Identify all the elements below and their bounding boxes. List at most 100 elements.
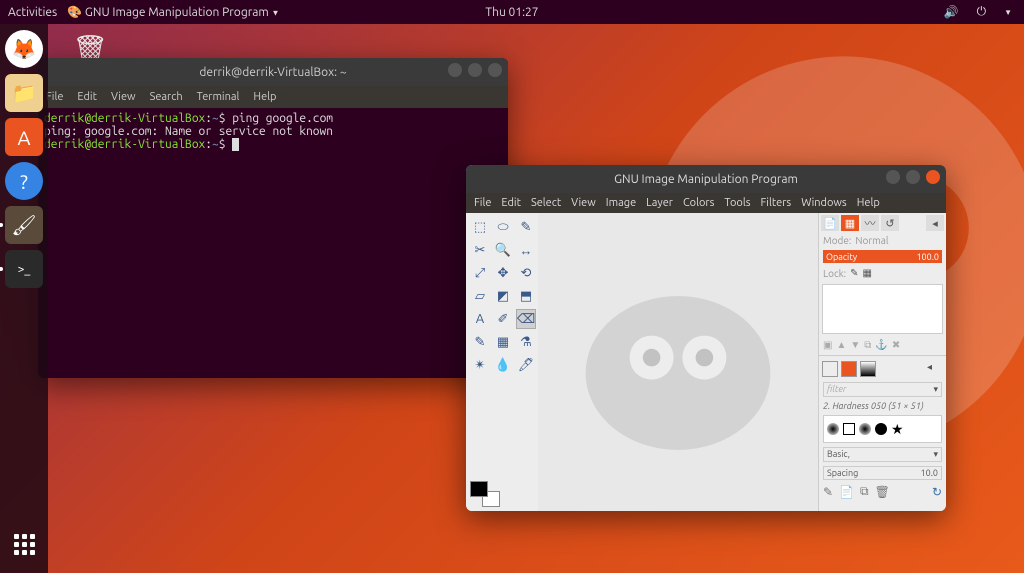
refresh-brush-icon[interactable]: ↻ [932,485,942,499]
gimp-menu-filters[interactable]: Filters [761,197,792,209]
gimp-menu-tools[interactable]: Tools [724,197,750,209]
tool-12[interactable]: A [470,309,490,329]
tool-9[interactable]: ▱ [470,286,490,306]
app-menu[interactable]: 🎨 GNU Image Manipulation Program ▼ [67,5,279,19]
dock-help[interactable]: ? [5,162,43,200]
dock-files[interactable]: 📁 [5,74,43,112]
tool-15[interactable]: ✎ [470,332,490,352]
dock-terminal[interactable]: >_ [5,250,43,288]
tool-1[interactable]: ⬭ [493,217,513,237]
tool-8[interactable]: ⟲ [516,263,536,283]
wilber-logo [538,213,818,511]
duplicate-layer-icon[interactable]: ⧉ [864,339,871,351]
terminal-title: derrik@derrik-VirtualBox: ~ [199,66,346,79]
tool-11[interactable]: ⬒ [516,286,536,306]
gimp-menu-help[interactable]: Help [857,197,880,209]
tool-3[interactable]: ✂ [470,240,490,260]
tool-4[interactable]: 🔍 [493,240,513,260]
fg-color-swatch[interactable] [470,481,488,497]
paths-tab[interactable]: 〰 [861,215,879,231]
tool-13[interactable]: ✐ [493,309,513,329]
dock-software[interactable]: A [5,118,43,156]
dock-gimp[interactable]: 🖌 [5,206,43,244]
tool-20[interactable]: 🖊 [516,355,536,375]
close-button[interactable] [926,170,940,184]
minimize-button[interactable] [886,170,900,184]
maximize-button[interactable] [906,170,920,184]
tool-2[interactable]: ✎ [516,217,536,237]
mode-label: Mode: [823,235,851,246]
channels-tab[interactable]: ▦ [841,215,859,231]
configure-tab-icon[interactable]: ◂ [926,215,944,231]
terminal-menubar: File Edit View Search Terminal Help [38,86,508,108]
tool-14[interactable]: ⌫ [516,309,536,329]
layers-list[interactable] [822,284,943,334]
delete-layer-icon[interactable]: ✖ [892,339,900,351]
gimp-menu-edit[interactable]: Edit [501,197,521,209]
brush-preview-grid[interactable] [823,415,942,443]
terminal-menu-edit[interactable]: Edit [77,91,97,103]
minimize-button[interactable] [448,63,462,77]
terminal-titlebar[interactable]: derrik@derrik-VirtualBox: ~ [38,58,508,86]
brush-filter-input[interactable]: filter▾ [823,382,942,397]
terminal-menu-view[interactable]: View [111,91,136,103]
terminal-menu-search[interactable]: Search [150,91,183,103]
new-layer-icon[interactable]: ▣ [823,339,832,351]
gimp-menu-windows[interactable]: Windows [801,197,847,209]
gimp-dock-right: 📄 ▦ 〰 ↺ ◂ Mode: Normal Opacity 100.0 Loc… [818,213,946,511]
terminal-window: derrik@derrik-VirtualBox: ~ File Edit Vi… [38,58,508,378]
tool-7[interactable]: ✥ [493,263,513,283]
terminal-body[interactable]: derrik@derrik-VirtualBox:~$ ping google.… [38,108,508,378]
patterns-tab[interactable] [841,361,857,377]
duplicate-brush-icon[interactable]: ⧉ [860,485,869,499]
tool-0[interactable]: ⬚ [470,217,490,237]
gimp-menu-select[interactable]: Select [531,197,561,209]
gimp-menu-file[interactable]: File [474,197,491,209]
dock-firefox[interactable]: 🦊 [5,30,43,68]
raise-layer-icon[interactable]: ▲ [836,339,846,351]
gimp-titlebar[interactable]: GNU Image Manipulation Program [466,165,946,193]
terminal-menu-terminal[interactable]: Terminal [197,91,240,103]
gimp-menu-layer[interactable]: Layer [646,197,673,209]
gradients-tab[interactable] [860,361,876,377]
dock: 🦊 📁 A ? 🖌 >_ [0,24,48,573]
delete-brush-icon[interactable]: 🗑 [875,485,890,499]
tool-16[interactable]: ▦ [493,332,513,352]
gimp-menu-image[interactable]: Image [606,197,636,209]
terminal-menu-help[interactable]: Help [253,91,276,103]
opacity-slider[interactable]: Opacity 100.0 [823,250,942,263]
fg-bg-colors[interactable] [470,481,500,507]
activities-button[interactable]: Activities [8,6,57,19]
tool-5[interactable]: ↔ [516,240,536,260]
tool-6[interactable]: ⤢ [470,263,490,283]
terminal-menu-file[interactable]: File [46,91,63,103]
configure-tab-icon[interactable]: ◂ [927,361,943,377]
layers-tab[interactable]: 📄 [821,215,839,231]
gimp-canvas[interactable] [538,213,818,511]
tool-18[interactable]: ✴ [470,355,490,375]
new-brush-icon[interactable]: 📄 [839,485,854,499]
maximize-button[interactable] [468,63,482,77]
gimp-menu-view[interactable]: View [571,197,596,209]
gimp-menubar: File Edit Select View Image Layer Colors… [466,193,946,213]
gimp-menu-colors[interactable]: Colors [683,197,714,209]
tool-10[interactable]: ◩ [493,286,513,306]
anchor-layer-icon[interactable]: ⚓ [875,339,887,351]
show-applications-button[interactable] [5,525,43,563]
tool-19[interactable]: 💧 [493,355,513,375]
mode-value[interactable]: Normal [855,235,942,246]
close-button[interactable] [488,63,502,77]
brushes-tab[interactable] [822,361,838,377]
lower-layer-icon[interactable]: ▼ [850,339,860,351]
brush-preset-dropdown[interactable]: Basic,▾ [823,447,942,462]
clock[interactable]: Thu 01:27 [485,6,538,19]
volume-icon[interactable]: 🔊 [944,5,959,19]
lock-alpha-icon[interactable]: ▦ [863,267,872,279]
undo-tab[interactable]: ↺ [881,215,899,231]
tool-17[interactable]: ⚗ [516,332,536,352]
lock-pixels-icon[interactable]: ✎ [850,267,858,279]
edit-brush-icon[interactable]: ✎ [823,485,833,499]
spacing-spinner[interactable]: Spacing 10.0 [823,466,942,480]
system-menu-chevron-icon[interactable]: ▼ [1004,8,1012,17]
power-icon[interactable]: ⏻ [977,5,987,19]
